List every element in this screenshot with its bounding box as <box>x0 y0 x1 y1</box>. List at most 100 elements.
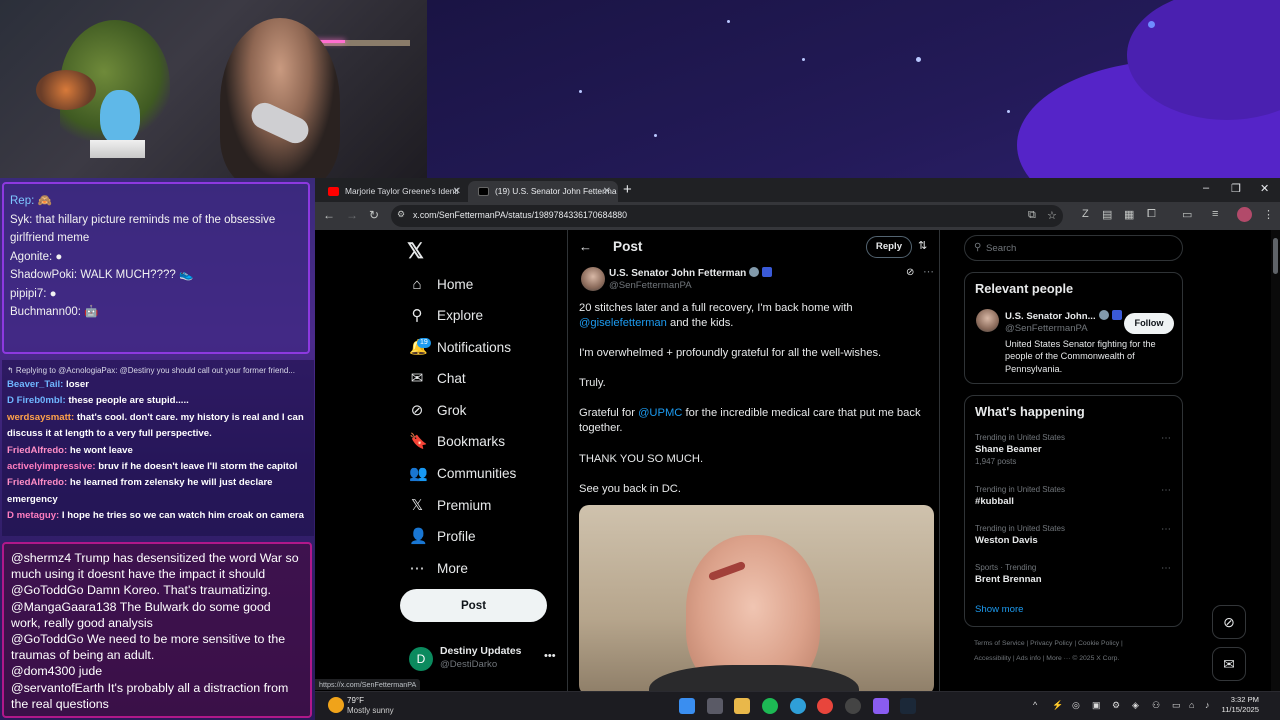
nav-home[interactable]: ⌂ Home <box>409 271 473 297</box>
site-info-icon[interactable]: ⚙ <box>397 209 405 220</box>
media-icon[interactable]: ≡ <box>1212 208 1218 220</box>
x-logo-icon[interactable]: 𝕏 <box>407 239 424 264</box>
chrome-icon[interactable] <box>817 698 833 714</box>
relevant-name[interactable]: U.S. Senator John... <box>1005 310 1122 322</box>
tray-icon[interactable]: ◎ <box>1072 700 1080 711</box>
filter-icon[interactable]: ⇅ <box>918 239 927 252</box>
author-name[interactable]: U.S. Senator John Fetterman <box>609 267 773 279</box>
volume-icon[interactable]: ♪ <box>1205 700 1210 710</box>
nav-explore[interactable]: ⚲ Explore <box>409 302 484 328</box>
account-switcher[interactable]: D Destiny Updates @DestiDarko ••• <box>409 644 559 680</box>
tray-icon[interactable]: ◈ <box>1132 700 1139 711</box>
task-view-icon[interactable] <box>707 698 723 714</box>
author-handle[interactable]: @SenFettermanPA <box>609 280 692 291</box>
more-dots-icon[interactable]: ••• <box>544 650 556 662</box>
chat-message: Beaver_Tail: loser <box>7 379 89 390</box>
post-paragraph: 20 stitches later and a full recovery, I… <box>579 302 853 329</box>
network-icon[interactable]: ⌂ <box>1189 700 1194 710</box>
close-tab-icon[interactable]: ✕ <box>453 181 461 202</box>
messages-floating-button[interactable]: ✉ <box>1212 647 1246 681</box>
grok-floating-button[interactable]: ⊘ <box>1212 605 1246 639</box>
tray-icon[interactable]: ⚙ <box>1112 700 1120 711</box>
trend-item[interactable]: Sports · Trending Brent Brennan ⋯ <box>975 563 1175 585</box>
nav-grok[interactable]: ⊘ Grok <box>409 397 467 423</box>
profile-avatar[interactable] <box>1237 207 1252 222</box>
footer-links[interactable]: Accessibility | Ads info | More ··· © 20… <box>974 655 1119 662</box>
mention-link[interactable]: @UPMC <box>638 407 682 419</box>
trend-item[interactable]: Trending in United States Shane Beamer 1… <box>975 433 1175 466</box>
search-box[interactable]: ⚲ <box>964 235 1183 261</box>
nav-more[interactable]: ⋯ More <box>409 555 468 581</box>
file-explorer-icon[interactable] <box>734 698 750 714</box>
show-more-link[interactable]: Show more <box>975 604 1024 615</box>
tab-marjorie[interactable]: Marjorie Taylor Greene's Identi ✕ <box>318 181 468 202</box>
avatar[interactable] <box>976 309 999 332</box>
clock[interactable]: 3:32 PM 11/15/2025 <box>1215 695 1259 715</box>
weather-description[interactable]: Mostly sunny <box>347 706 394 715</box>
edge-icon[interactable] <box>790 698 806 714</box>
follow-button[interactable]: Follow <box>1124 313 1174 334</box>
scrollbar[interactable] <box>1271 230 1280 691</box>
extension-icon[interactable]: Z <box>1082 208 1089 220</box>
bookmark-star-icon[interactable]: ☆ <box>1047 209 1057 222</box>
nav-bookmarks[interactable]: 🔖 Bookmarks <box>409 428 505 454</box>
tray-icon[interactable]: ⚇ <box>1152 700 1160 711</box>
footer-links[interactable]: Terms of Service | Privacy Policy | Cook… <box>974 640 1123 647</box>
spotify-icon[interactable] <box>762 698 778 714</box>
back-arrow-icon[interactable]: ← <box>579 239 592 254</box>
minimize-button[interactable]: – <box>1203 182 1209 194</box>
steam-icon[interactable] <box>900 698 916 714</box>
nav-notifications[interactable]: 🔔 19 Notifications <box>409 334 511 360</box>
scrollbar-thumb[interactable] <box>1273 238 1278 274</box>
post-photo[interactable] <box>579 505 934 691</box>
trend-item[interactable]: Trending in United States #kubball ⋯ <box>975 485 1175 507</box>
grok-icon[interactable]: ⊘ <box>906 267 914 278</box>
more-dots-icon[interactable]: ⋯ <box>923 265 934 278</box>
menu-kebab-icon[interactable]: ⋮ <box>1263 208 1274 221</box>
puzzle-icon[interactable]: ⧠ <box>1147 208 1156 221</box>
maximize-button[interactable]: ❐ <box>1231 182 1241 195</box>
trend-item[interactable]: Trending in United States Weston Davis ⋯ <box>975 524 1175 546</box>
mention-link[interactable]: @giselefetterman <box>579 317 667 329</box>
government-badge-icon <box>1111 310 1122 320</box>
extension-icon[interactable]: ▦ <box>1124 208 1134 221</box>
chevron-up-icon[interactable]: ^ <box>1033 700 1037 710</box>
close-tab-icon[interactable]: ✕ <box>603 181 611 202</box>
back-icon[interactable]: ← <box>323 208 335 222</box>
author-avatar[interactable] <box>581 267 605 291</box>
card-title: Relevant people <box>975 281 1074 296</box>
obs-icon[interactable] <box>845 698 861 714</box>
more-dots-icon[interactable]: ⋯ <box>1161 433 1171 444</box>
x-page: 𝕏 ⌂ Home ⚲ Explore 🔔 19 Notifications ✉ Chat … <box>315 230 1280 691</box>
new-tab-button[interactable]: + <box>623 181 632 199</box>
tab-fetterman[interactable]: (19) U.S. Senator John Fetterma ✕ <box>468 181 618 202</box>
search-input[interactable] <box>986 240 1171 256</box>
more-dots-icon[interactable]: ⋯ <box>1161 563 1171 574</box>
chat-message: werdsaysmatt: that's cool. don't care. m… <box>7 411 304 440</box>
more-dots-icon[interactable]: ⋯ <box>1161 485 1171 496</box>
nav-communities[interactable]: 👥 Communities <box>409 460 516 486</box>
weather-temp[interactable]: 79°F <box>347 696 364 705</box>
start-icon[interactable] <box>679 698 695 714</box>
more-dots-icon[interactable]: ⋯ <box>1161 524 1171 535</box>
tray-icon[interactable]: ▭ <box>1172 700 1181 711</box>
address-bar[interactable]: ⚙ x.com/SenFettermanPA/status/1989784336… <box>391 205 1063 227</box>
account-handle: @DestiDarko <box>440 659 498 670</box>
forward-icon[interactable]: → <box>346 208 358 222</box>
reply-button[interactable]: Reply <box>866 236 912 258</box>
nav-premium[interactable]: 𝕏 Premium <box>409 492 491 518</box>
cast-icon[interactable]: ⧉ <box>1028 209 1036 222</box>
sidepanel-icon[interactable]: ▭ <box>1182 208 1192 221</box>
communities-icon: 👥 <box>409 465 428 482</box>
tray-icon[interactable]: ▣ <box>1092 700 1101 711</box>
app-icon[interactable] <box>873 698 889 714</box>
nav-profile[interactable]: 👤 Profile <box>409 523 476 549</box>
close-window-button[interactable]: ✕ <box>1260 182 1269 195</box>
relevant-handle[interactable]: @SenFettermanPA <box>1005 323 1088 334</box>
tray-icon[interactable]: ⚡ <box>1052 700 1063 711</box>
nav-chat[interactable]: ✉ Chat <box>409 365 466 391</box>
post-button[interactable]: Post <box>400 589 547 622</box>
weather-sun-icon[interactable] <box>328 697 344 713</box>
reload-icon[interactable]: ↻ <box>369 208 379 222</box>
trash-extension-icon[interactable]: ▤ <box>1102 208 1112 221</box>
